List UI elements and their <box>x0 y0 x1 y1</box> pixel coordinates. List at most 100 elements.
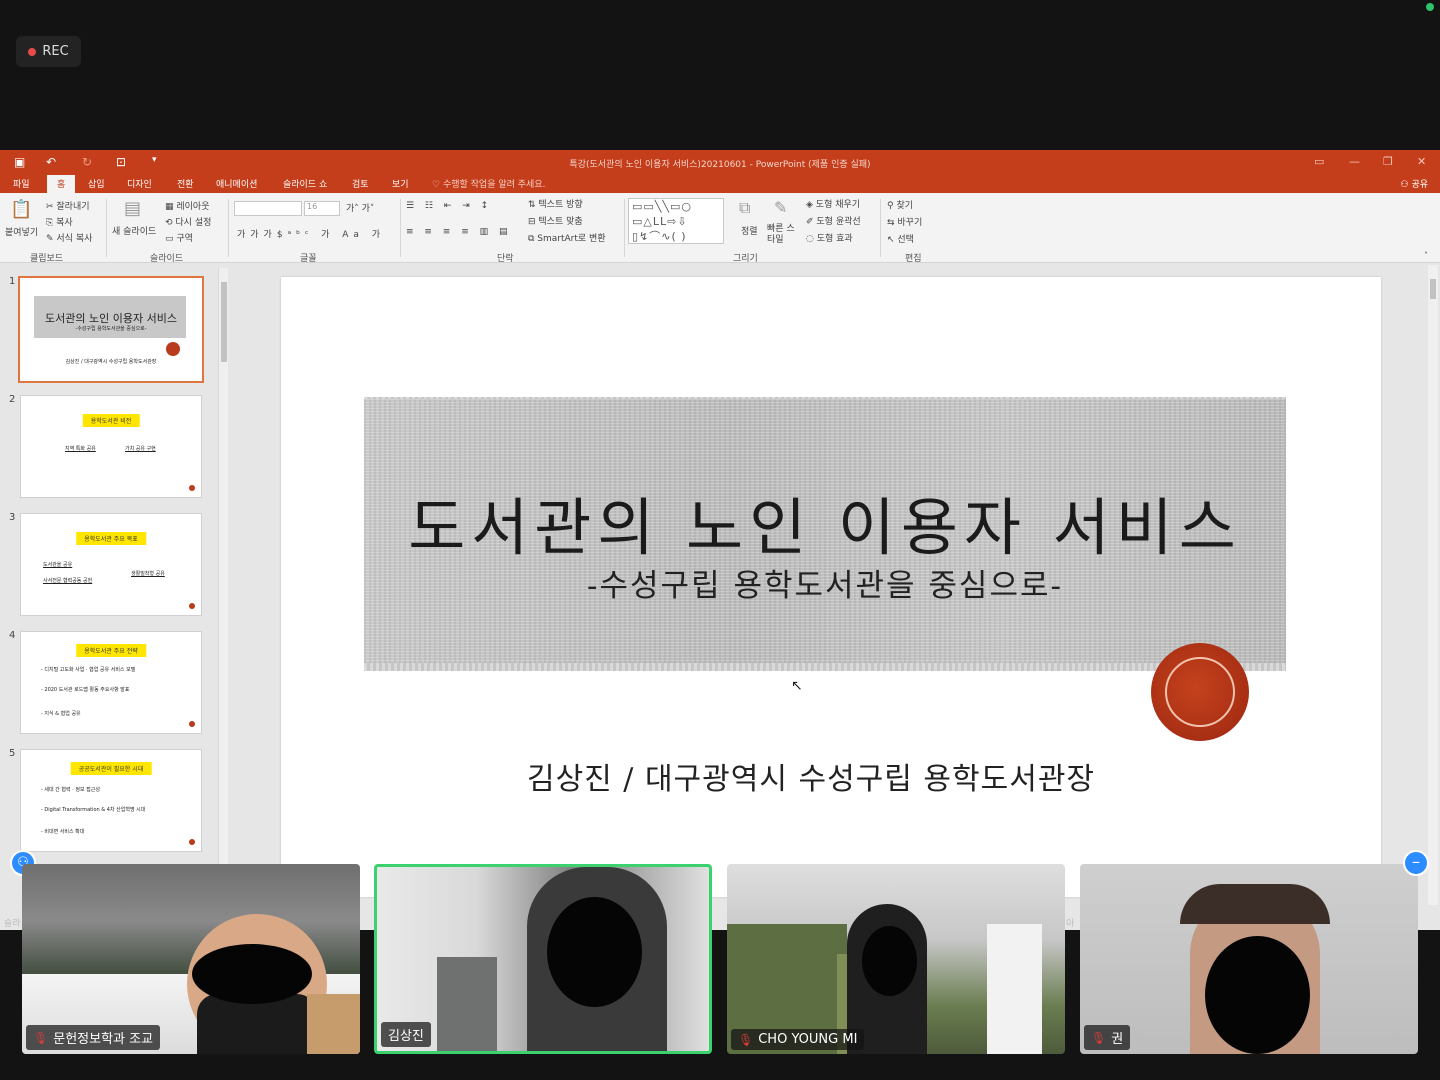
participant-tile[interactable]: 🎙 권 <box>1080 864 1418 1054</box>
tab-view[interactable]: 보기 <box>392 177 409 190</box>
face-blur <box>547 897 642 1007</box>
slide-thumbnail-2[interactable]: 용학도서관 비전 지역 특화 공유 가치 공유 구현 <box>20 395 202 498</box>
minimize-window-icon[interactable]: — <box>1349 155 1360 168</box>
copy-button[interactable]: ⎘ 복사 <box>46 215 73 228</box>
slide-thumbnail-5[interactable]: 공공도서관이 필요한 시대 - 세대 간 협력 · 정보 접근성 - Digit… <box>20 749 202 852</box>
thumbnail-text: 생활밀착형 공유 <box>131 571 165 577</box>
shape-outline-label: 도형 윤곽선 <box>816 217 861 227</box>
box-background <box>307 994 360 1054</box>
align-text-button[interactable]: ⊟ 텍스트 맞춤 <box>528 214 583 227</box>
participant-name: 문헌정보학과 조교 <box>53 1032 154 1047</box>
scrollbar-thumb[interactable] <box>1430 279 1436 299</box>
participant-name-tag: 🎙 CHO YOUNG MI <box>731 1029 865 1050</box>
thumbnail-text: - 세대 간 협력 · 정보 접근성 <box>41 787 100 793</box>
font-name-field[interactable] <box>234 201 302 216</box>
section-button[interactable]: ▭ 구역 <box>165 231 193 244</box>
mic-off-icon: 🎙 <box>738 1032 754 1047</box>
ribbon: 📋 붙여넣기 ✂ 잘라내기 ⎘ 복사 ✎ 서식 복사 클립보드 ▤ 새 슬라이드… <box>0 193 1440 264</box>
thumbnail-heading: 용학도서관 비전 <box>82 414 140 427</box>
reset-button[interactable]: ⟲ 다시 설정 <box>165 215 211 228</box>
thumbnails-scrollbar[interactable] <box>218 268 228 868</box>
thumbnail-text: - 디지털 고도화 사업 · 협업 공유 서비스 모델 <box>41 667 136 673</box>
quick-styles-button[interactable]: 빠른 스타일 <box>767 224 795 246</box>
tab-file[interactable]: 파일 <box>13 177 30 190</box>
recording-indicator[interactable]: REC <box>16 36 81 67</box>
smartart-button[interactable]: ⧉ SmartArt로 변환 <box>528 231 606 244</box>
format-painter-button[interactable]: ✎ 서식 복사 <box>46 231 92 244</box>
participant-tile[interactable]: 🎙 CHO YOUNG MI <box>727 864 1065 1054</box>
thumbnail-heading: 용학도서관 주요 전략 <box>76 644 146 657</box>
participant-hair <box>1180 884 1330 924</box>
align-text-label: 텍스트 맞춤 <box>538 217 583 227</box>
thumbnail-number: 1 <box>9 276 16 287</box>
thumbnail-text: - Digital Transformation & 4차 산업혁명 시대 <box>41 807 146 813</box>
alignment-buttons[interactable]: ≡ ≡ ≡ ≡ ▥ ▤ <box>406 227 511 237</box>
format-painter-label: 서식 복사 <box>56 234 93 244</box>
paste-button[interactable]: 붙여넣기 <box>5 225 38 238</box>
tab-slideshow[interactable]: 슬라이드 쇼 <box>283 177 327 190</box>
tab-insert[interactable]: 삽입 <box>88 177 105 190</box>
share-button[interactable]: ⚇ 공유 <box>1401 177 1429 190</box>
tell-me-search[interactable]: ♡ 수행할 작업을 알려 주세요. <box>432 177 545 190</box>
tab-design[interactable]: 디자인 <box>127 177 152 190</box>
thumbnail-text: - 지식 & 협업 공유 <box>41 711 81 717</box>
title-bar: ▣ ↶ ↻ ⊡ ▾ 특강(도서관의 노인 이용자 서비스)20210601 - … <box>0 150 1440 174</box>
status-bar-left: 슬라 <box>4 919 21 929</box>
slide-author[interactable]: 김상진 / 대구광역시 수성구립 용학도서관장 <box>281 754 1341 798</box>
tab-animations[interactable]: 애니메이션 <box>216 177 257 190</box>
ribbon-display-icon[interactable]: ▭ <box>1314 155 1324 168</box>
slide-thumbnail-3[interactable]: 용학도서관 주요 목표 도서관을 공유 생활밀착형 공유 사서전문 협력공동 공… <box>20 513 202 616</box>
text-direction-button[interactable]: ⇅ 텍스트 방향 <box>528 197 583 210</box>
thumbnail-heading: 공공도서관이 필요한 시대 <box>70 762 152 775</box>
font-size-field[interactable]: 16 <box>304 201 340 216</box>
thumbnail-text: - 2020 도서관 로드맵 활동 주요사항 발표 <box>41 687 130 693</box>
thumbnail-seal <box>166 342 180 356</box>
tab-transitions[interactable]: 전환 <box>177 177 194 190</box>
collapse-ribbon-icon[interactable]: ˄ <box>1424 251 1428 260</box>
paste-icon[interactable]: 📋 <box>10 199 32 220</box>
minus-icon[interactable]: – <box>1403 850 1429 876</box>
cut-button[interactable]: ✂ 잘라내기 <box>46 199 90 212</box>
close-window-icon[interactable]: ✕ <box>1417 155 1426 168</box>
font-group-label: 글꼴 <box>300 254 317 264</box>
slide-subtitle[interactable]: -수성구립 용학도서관을 중심으로- <box>364 560 1286 605</box>
slide-thumbnail-4[interactable]: 용학도서관 주요 전략 - 디지털 고도화 사업 · 협업 공유 서비스 모델 … <box>20 631 202 734</box>
participant-name-tag: 김상진 <box>381 1022 431 1047</box>
font-style-buttons[interactable]: 가가가$ᵃᵇᶜ 가 Aa 가 <box>237 227 385 240</box>
scrollbar-thumb[interactable] <box>221 282 227 362</box>
tab-home[interactable]: 홈 <box>47 175 76 194</box>
participant-name: CHO YOUNG MI <box>758 1032 858 1047</box>
participant-name: 권 <box>1111 1032 1124 1047</box>
seal-stamp <box>1151 643 1249 741</box>
grow-font-icon[interactable]: 가˄ 가˅ <box>346 201 374 214</box>
slide-scrollbar[interactable] <box>1428 265 1438 905</box>
restore-window-icon[interactable]: ❐ <box>1383 155 1393 168</box>
lightbulb-icon: ♡ <box>432 180 443 190</box>
find-button[interactable]: ⚲ 찾기 <box>887 198 913 211</box>
ribbon-divider <box>400 199 401 257</box>
participant-tile-active-speaker[interactable]: 김상진 <box>374 864 712 1054</box>
shape-outline-button[interactable]: ✐ 도형 윤곽선 <box>806 214 861 227</box>
arrange-icon[interactable]: ⧉ <box>739 198 750 218</box>
list-buttons[interactable]: ☰ ☷ ⇤ ⇥ ↕ <box>406 201 492 211</box>
quick-styles-icon[interactable]: ✎ <box>774 198 787 217</box>
select-button[interactable]: ↖ 선택 <box>887 232 914 245</box>
shape-effects-button[interactable]: ◌ 도형 효과 <box>806 231 853 244</box>
shapes-gallery[interactable]: ▭▭╲╲▭○ ▭△ᒪᒪ⇨⇩ ▯↯⌒∿( ) <box>628 198 724 244</box>
new-slide-icon[interactable]: ▤ <box>124 198 141 219</box>
thumbnail-number: 2 <box>9 394 16 405</box>
arrange-button[interactable]: 정렬 <box>741 224 758 237</box>
slide-thumbnail-1[interactable]: 도서관의 노인 이용자 서비스 -수성구립 용학도서관을 중심으로- 김상진 /… <box>18 276 204 383</box>
text-direction-label: 텍스트 방향 <box>538 200 583 210</box>
shape-fill-button[interactable]: ◈ 도형 채우기 <box>806 197 860 210</box>
mouse-cursor-icon: ↖ <box>791 678 803 694</box>
slide-canvas[interactable]: 도서관의 노인 이용자 서비스 -수성구립 용학도서관을 중심으로- 김상진 /… <box>281 277 1381 897</box>
replace-button[interactable]: ⇆ 바꾸기 <box>887 215 922 228</box>
person-icon: ⚇ <box>1400 180 1412 190</box>
layout-button[interactable]: ▦ 레이아웃 <box>165 199 210 212</box>
new-slide-button[interactable]: 새 슬라이드 <box>112 224 156 237</box>
face-blur <box>192 944 312 1004</box>
slide-title[interactable]: 도서관의 노인 이용자 서비스 <box>364 477 1286 567</box>
tab-review[interactable]: 검토 <box>352 177 369 190</box>
participant-tile[interactable]: 🎙 문헌정보학과 조교 <box>22 864 360 1054</box>
